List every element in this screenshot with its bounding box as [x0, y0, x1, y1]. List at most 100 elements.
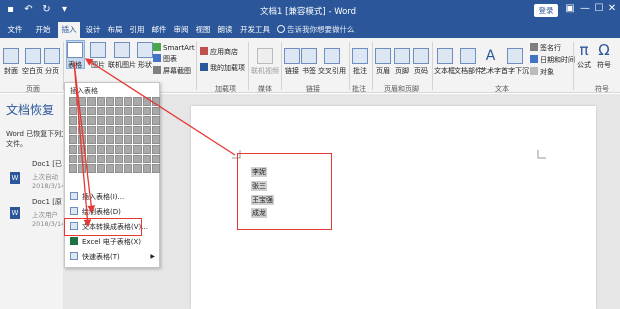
recovered-file-date: 2018/3/14: [32, 220, 63, 228]
screenshot-button[interactable]: 屏幕截图: [153, 66, 191, 76]
bookmark-icon: [301, 48, 317, 64]
signature-line-button[interactable]: 签名行: [530, 43, 561, 53]
quick-tables-item[interactable]: 快速表格(T) ▶: [67, 251, 159, 263]
tab-mailings[interactable]: 邮件: [148, 22, 170, 38]
tab-insert[interactable]: 插入: [58, 22, 80, 38]
tell-me-box[interactable]: 告诉我你想要做什么: [277, 22, 355, 38]
link-button[interactable]: 链接: [284, 48, 300, 76]
footer-icon: [394, 48, 410, 64]
quick-parts-button[interactable]: 文档部件: [454, 48, 482, 76]
drop-cap-button[interactable]: 首字下沉: [501, 48, 529, 76]
tab-home[interactable]: 开始: [32, 22, 54, 38]
page-number-button[interactable]: 页码: [413, 48, 429, 76]
login-button[interactable]: 登录: [534, 4, 558, 17]
wordart-button[interactable]: A 艺术字: [480, 48, 501, 76]
pane-description-2: 文件。: [6, 140, 27, 148]
minimize-icon[interactable]: —: [579, 3, 591, 14]
textbox-button[interactable]: 文本框: [434, 48, 455, 76]
footer-button[interactable]: 页脚: [394, 48, 410, 76]
online-picture-button[interactable]: 联机图片: [108, 42, 136, 70]
comment-button[interactable]: 批注: [352, 48, 368, 76]
submenu-arrow-icon: ▶: [150, 253, 155, 260]
table-grid-picker[interactable]: [69, 97, 160, 173]
separator: [432, 42, 433, 90]
smartart-button[interactable]: SmartArt: [153, 43, 195, 52]
tab-developer[interactable]: 开发工具: [238, 22, 272, 38]
excel-spreadsheet-item[interactable]: Excel 电子表格(X): [67, 236, 159, 248]
bookmark-button[interactable]: 书签: [301, 48, 317, 76]
cross-reference-button[interactable]: 交叉引用: [318, 48, 346, 76]
pi-icon: π: [579, 41, 589, 59]
menu-header: 插入表格: [70, 87, 98, 95]
link-label: 链接: [285, 67, 299, 75]
shapes-button[interactable]: 形状: [137, 42, 153, 70]
my-addins-button[interactable]: 我的加载项: [200, 63, 245, 73]
online-video-button[interactable]: 联机视频: [251, 48, 279, 76]
document-title: 文档1 [兼容模式] - Word: [260, 7, 357, 17]
ribbon-display-icon[interactable]: ▣: [564, 3, 576, 14]
chart-button[interactable]: 图表: [153, 54, 177, 64]
tab-design[interactable]: 设计: [82, 22, 104, 38]
menu-item-label: 绘制表格(D): [82, 208, 121, 216]
wordart-icon: A: [485, 48, 496, 64]
group-symbols: 符号: [595, 85, 609, 93]
separator: [372, 42, 373, 90]
header-button[interactable]: 页眉: [375, 48, 391, 76]
page-break-label: 分页: [45, 67, 59, 75]
cover-page-button[interactable]: 封面: [3, 48, 19, 76]
my-addins-label: 我的加载项: [210, 64, 245, 72]
picture-button[interactable]: 图片: [90, 42, 106, 70]
page-number-label: 页码: [414, 67, 428, 75]
object-button[interactable]: 对象: [530, 67, 554, 77]
save-icon[interactable]: ▪: [4, 3, 17, 17]
tab-file[interactable]: 文件: [4, 22, 26, 38]
separator: [248, 42, 249, 90]
page-break-button[interactable]: 分页: [44, 48, 60, 76]
chart-icon: [153, 54, 161, 62]
maximize-icon[interactable]: ☐: [593, 3, 605, 14]
calendar-icon: [530, 55, 538, 63]
date-time-button[interactable]: 日期和时间: [530, 55, 575, 65]
symbol-label: 符号: [597, 61, 611, 69]
insert-table-item[interactable]: 插入表格(I)...: [67, 191, 159, 203]
tab-layout[interactable]: 布局: [104, 22, 126, 38]
symbol-button[interactable]: Ω 符号: [596, 42, 612, 70]
tab-references[interactable]: 引用: [126, 22, 148, 38]
table-button[interactable]: 表格: [67, 42, 83, 70]
header-label: 页眉: [376, 67, 390, 75]
quick-parts-label: 文档部件: [454, 67, 482, 75]
online-video-label: 联机视频: [251, 67, 279, 75]
margin-corner-mark: [537, 150, 546, 159]
tab-review[interactable]: 审阅: [170, 22, 192, 38]
store-button[interactable]: 应用商店: [200, 47, 238, 57]
insert-table-icon: [70, 192, 78, 200]
tab-read-aloud[interactable]: 朗读: [214, 22, 236, 38]
group-text: 文本: [495, 85, 509, 93]
smartart-icon: [153, 43, 161, 51]
redo-icon[interactable]: ↻: [40, 3, 53, 17]
separator: [196, 42, 197, 90]
wordart-label: 艺术字: [480, 67, 501, 75]
cover-page-icon: [3, 48, 19, 64]
recovered-file-sub: 上次自动: [32, 173, 58, 181]
blank-page-icon: [24, 48, 41, 64]
draw-table-icon: [70, 207, 78, 215]
quick-access-toolbar: ▪ ↶ ↻ ▾: [4, 3, 71, 17]
blank-page-button[interactable]: 空白页: [22, 48, 43, 76]
close-icon[interactable]: ✕: [606, 3, 618, 14]
undo-icon[interactable]: ↶: [22, 3, 35, 17]
date-time-label: 日期和时间: [540, 56, 575, 64]
comment-label: 批注: [353, 67, 367, 75]
quick-table-icon: [70, 252, 78, 260]
recovered-file-name[interactable]: Doc1 [已: [32, 159, 62, 169]
tab-view[interactable]: 视图: [192, 22, 214, 38]
recovered-file-name[interactable]: Doc1 [原: [32, 197, 62, 207]
draw-table-item[interactable]: 绘制表格(D): [67, 206, 159, 218]
equation-button[interactable]: π 公式: [576, 42, 592, 70]
word-window: ▪ ↶ ↻ ▾ 文档1 [兼容模式] - Word 登录 ▣ — ☐ ✕ 文件 …: [0, 0, 620, 309]
annotation-menu-highlight: [64, 218, 142, 236]
customize-icon[interactable]: ▾: [58, 3, 71, 17]
recovered-file-date: 2018/3/14: [32, 182, 63, 190]
pane-description: Word 已恢复下列文: [6, 130, 63, 138]
table-icon: [67, 42, 83, 58]
